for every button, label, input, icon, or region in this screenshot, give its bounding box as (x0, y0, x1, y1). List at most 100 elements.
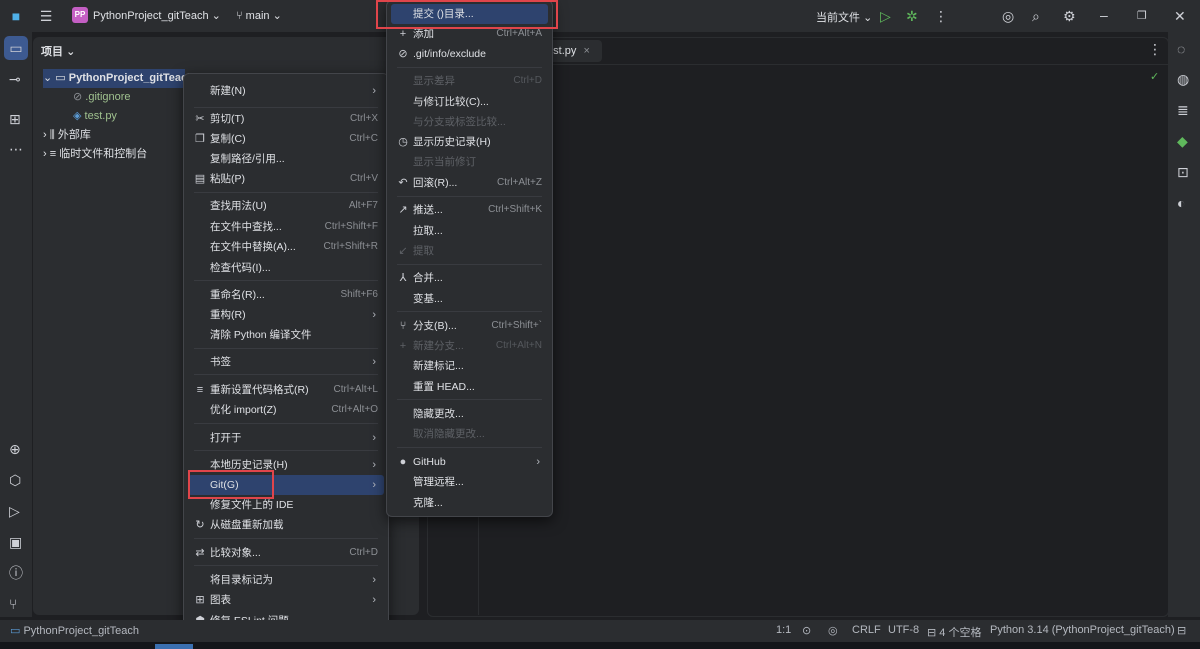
menu-item-show-diff[interactable]: 显示差异 Ctrl+D (391, 71, 548, 91)
services-icon[interactable]: ⬡ (9, 473, 21, 487)
project-badge: PP (72, 7, 88, 23)
menu-item-compare-with[interactable]: ⇄ 比较对象... Ctrl+D (188, 543, 384, 563)
problems-icon[interactable]: ⓘ (9, 566, 23, 580)
status-encoding[interactable]: UTF-8 (888, 624, 919, 636)
menu-item-find-usages[interactable]: 查找用法(U) Alt+F7 (188, 196, 384, 216)
menu-item-clone[interactable]: 克隆... (391, 493, 548, 513)
ai-status-icon[interactable]: ◎ (828, 624, 838, 637)
project-panel-header[interactable]: 项目 ⌄ (41, 43, 75, 59)
menu-item-reload-from-disk[interactable]: ↻ 从磁盘重新加载 (188, 515, 384, 535)
settings-gear-icon[interactable]: ⚙ (1063, 9, 1076, 23)
project-tool-button[interactable]: ▭ (4, 36, 28, 60)
git-tool-icon[interactable]: ⑂ (9, 597, 17, 611)
menu-item-diagrams[interactable]: ⊞ 图表 › (188, 590, 384, 610)
tree-scratches-row[interactable]: › ≡ 临时文件和控制台 (43, 145, 147, 164)
ai-assistant-icon[interactable]: ◎ (1002, 9, 1014, 23)
menu-item-cut[interactable]: ✂ 剪切(T) Ctrl+X (188, 109, 384, 129)
menu-item-find-in-files[interactable]: 在文件中查找... Ctrl+Shift+F (188, 217, 384, 237)
tab-more-icon[interactable]: ⋮ (1148, 42, 1162, 56)
structure-icon[interactable]: ⊞ (9, 112, 21, 126)
title-bar: ■ ☰ PP PythonProject_gitTeach ⌄ ⑂ main ⌄… (0, 0, 1200, 32)
tree-file-row[interactable]: ◈ test.py (73, 107, 117, 126)
menu-item-label: 新建分支... (413, 340, 464, 352)
menu-item-new-branch[interactable]: + 新建分支... Ctrl+Alt+N (391, 336, 548, 356)
menu-item-new[interactable]: 新建(N) › (188, 81, 384, 101)
menu-item-paste[interactable]: ▤ 粘贴(P) Ctrl+V (188, 169, 384, 189)
run-tool-icon[interactable]: ▷ (9, 504, 20, 518)
menu-item-fetch[interactable]: ↙ 提取 (391, 241, 548, 261)
terminal-icon[interactable]: ▣ (9, 535, 22, 549)
menu-item-reformat[interactable]: ≡ 重新设置代码格式(R) Ctrl+Alt+L (188, 380, 384, 400)
menu-item-push[interactable]: ↗ 推送... Ctrl+Shift+K (391, 200, 548, 220)
menu-item-show-history[interactable]: ◷ 显示历史记录(H) (391, 132, 548, 152)
tab-close-icon[interactable]: × (583, 45, 589, 57)
menu-item-inspect-code[interactable]: 检查代码(I)... (188, 258, 384, 278)
menu-item-stash[interactable]: 隐藏更改... (391, 404, 548, 424)
database-icon[interactable]: ≣ (1177, 103, 1189, 117)
menu-item-manage-remotes[interactable]: 管理远程... (391, 472, 548, 492)
menu-item-clean-python[interactable]: 清除 Python 编译文件 (188, 325, 384, 345)
commit-tool-icon[interactable]: ⊸ (9, 72, 21, 86)
code-with-me-icon[interactable]: ⊡ (1177, 165, 1189, 179)
menu-item-merge[interactable]: ⅄ 合并... (391, 268, 548, 288)
paste-icon: ▤ (194, 173, 206, 185)
debug-icon[interactable]: ✲ (906, 9, 918, 23)
expand-chevron-icon: › (43, 129, 47, 141)
branch-switcher[interactable]: ⑂ main ⌄ (236, 9, 282, 22)
status-line-ending[interactable]: CRLF (852, 624, 881, 636)
tree-external-libs-row[interactable]: › ⫼ 外部库 (43, 126, 91, 145)
menu-item-open-in[interactable]: 打开于 › (188, 428, 384, 448)
menu-item-unstash[interactable]: 取消隐藏更改... (391, 424, 548, 444)
menu-item-fix-ide[interactable]: 修复文件上的 IDE (188, 495, 384, 515)
restore-icon[interactable]: ❐ (1137, 9, 1147, 23)
menu-item-branches[interactable]: ⑂ 分支(B)... Ctrl+Shift+` (391, 316, 548, 336)
tree-root-row[interactable]: ⌄ ▭ PythonProject_gitTeach (43, 69, 194, 88)
menu-item-bookmarks[interactable]: 书签 › (188, 352, 384, 372)
menu-item-mark-directory[interactable]: 将目录标记为 › (188, 570, 384, 590)
ai-chat-icon[interactable]: ◍ (1177, 72, 1189, 86)
menu-item-rollback[interactable]: ↶ 回滚(R)... Ctrl+Alt+Z (391, 173, 548, 193)
menu-separator (194, 565, 378, 566)
status-indent[interactable]: ⊟ 4 个空格 (927, 624, 981, 640)
status-caret-position[interactable]: 1:1 (776, 624, 791, 636)
notifications-icon[interactable]: ◌ (1177, 42, 1185, 56)
close-icon[interactable]: ✕ (1174, 9, 1186, 23)
menu-item-refactor[interactable]: 重构(R) › (188, 305, 384, 325)
menu-item-rebase[interactable]: 变基... (391, 289, 548, 309)
menu-item-rename[interactable]: 重命名(R)... Shift+F6 (188, 285, 384, 305)
tree-file-row[interactable]: ⊘ .gitignore (73, 88, 131, 107)
menu-item-pull[interactable]: 拉取... (391, 221, 548, 241)
status-interpreter[interactable]: Python 3.14 (PythonProject_gitTeach) (990, 624, 1175, 636)
python-packages-icon[interactable]: ⊕ (9, 442, 21, 456)
menu-item-optimize-imports[interactable]: 优化 import(Z) Ctrl+Alt+O (188, 400, 384, 420)
vcs-status-icon[interactable]: ⊟ (1177, 624, 1186, 637)
submenu-arrow-icon: › (372, 356, 376, 368)
menu-item-reset-head[interactable]: 重置 HEAD... (391, 377, 548, 397)
more-tools-icon[interactable]: ⋯ (9, 142, 23, 156)
plugin-icon[interactable]: ◆ (1177, 134, 1188, 148)
menu-item-show-current-revision[interactable]: 显示当前修订 (391, 152, 548, 172)
context-menu: 新建(N) › ✂ 剪切(T) Ctrl+X ❐ 复制(C) Ctrl+C 复制路径/引用… (183, 73, 389, 635)
main-menu-icon[interactable]: ☰ (38, 9, 54, 23)
more-actions-icon[interactable]: ⋮ (934, 9, 948, 23)
menu-item-git-exclude[interactable]: ⊘ .git/info/exclude (391, 44, 548, 64)
tree-file-label: .gitignore (85, 91, 131, 103)
tree-file-label: test.py (84, 110, 117, 122)
readonly-toggle-icon[interactable]: ⊙ (802, 624, 811, 637)
status-breadcrumb[interactable]: ▭ PythonProject_gitTeach (10, 624, 139, 637)
menu-item-compare-branch[interactable]: 与分支或标签比较... (391, 112, 548, 132)
menu-item-copy[interactable]: ❐ 复制(C) Ctrl+C (188, 129, 384, 149)
menu-item-replace-in-files[interactable]: 在文件中替换(A)... Ctrl+Shift+R (188, 237, 384, 257)
menu-item-copy-path[interactable]: 复制路径/引用... (188, 149, 384, 169)
menu-separator (194, 423, 378, 424)
copilot-icon[interactable]: ◐ (1177, 196, 1185, 210)
menu-item-github[interactable]: ● GitHub › (391, 452, 548, 472)
project-switcher[interactable]: PythonProject_gitTeach ⌄ (93, 9, 221, 22)
menu-item-compare-revision[interactable]: 与修订比较(C)... (391, 92, 548, 112)
minimize-icon[interactable]: – (1100, 8, 1108, 22)
menu-item-new-tag[interactable]: 新建标记... (391, 356, 548, 376)
run-icon[interactable]: ▷ (880, 9, 891, 23)
menu-item-shortcut: Ctrl+C (349, 133, 378, 144)
run-config-selector[interactable]: 当前文件 ⌄ (816, 9, 872, 25)
search-icon[interactable]: ⌕ (1032, 9, 1040, 23)
